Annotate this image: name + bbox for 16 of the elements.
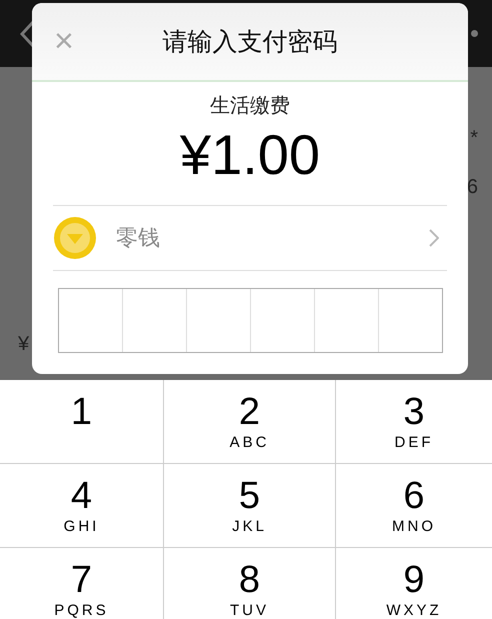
payment-method-label: 零钱 [116,224,161,252]
keypad-key[interactable]: 2 ABC [164,380,336,464]
keypad-key[interactable]: 5 JKL [164,464,336,548]
payment-method-row[interactable]: 零钱 [53,205,447,271]
merchant-name: 生活缴费 [210,94,290,119]
chevron-right-icon [429,229,439,247]
background-text: 6 [466,176,478,199]
password-field[interactable] [58,288,442,353]
more-icon[interactable] [471,30,478,37]
dialog-title: 请输入支付密码 [162,27,338,58]
keypad-key[interactable]: 4 GHI [0,464,164,548]
coin-icon [54,217,96,259]
keypad-key[interactable]: 1 [0,380,164,464]
amount: ¥1.00 [180,123,320,187]
background-text: ¥ [18,333,30,355]
background-text: * [470,127,478,150]
